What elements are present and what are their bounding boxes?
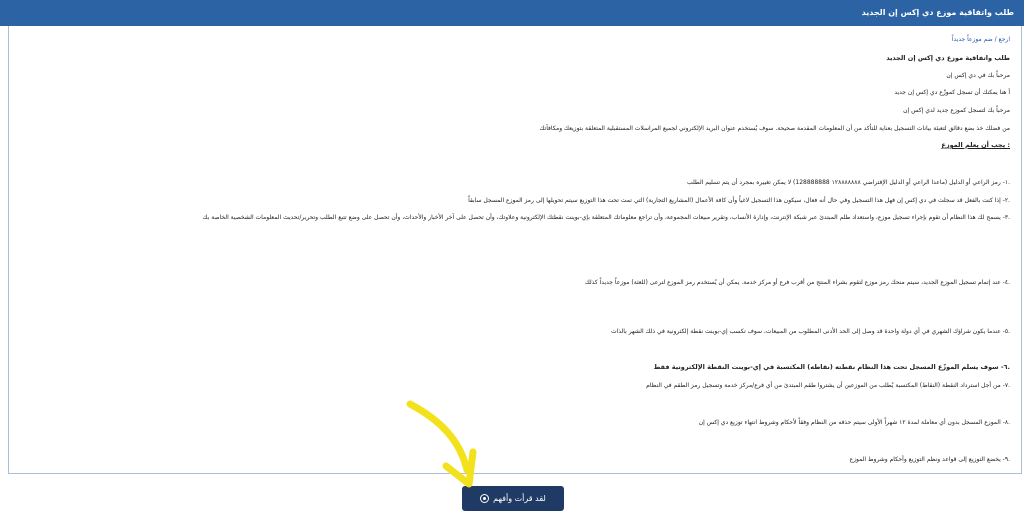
- agree-label: لقد قرأت وأفهم: [493, 494, 546, 503]
- term-item: .٧- من أجل استرداد النقطة (النقاط) المكت…: [646, 382, 1010, 389]
- radio-check-icon: [480, 494, 490, 503]
- welcome-line-1: مرحباً بك في دي إكس إن: [946, 72, 1010, 79]
- page-header: طلب واتفاقية موزع دي إكس إن الجديد: [0, 0, 1024, 26]
- registration-note: من فضلك خذ بضع دقائق لتعبئة بيانات التسج…: [539, 125, 1010, 132]
- page-title: طلب واتفاقية موزع دي إكس إن الجديد: [861, 8, 1014, 17]
- welcome-line-2: مرحباً بك لتسجل كموزع جديد لدي إكس إن: [903, 107, 1010, 114]
- agree-button[interactable]: لقد قرأت وأفهم: [462, 486, 564, 511]
- intro-line: أ هنا يمكنك أن تسجل كموزّع دي إكس إن جدي…: [894, 89, 1010, 96]
- terms-heading: طلب واتفاقية موزع دي إكس إن الجديد: [886, 54, 1010, 62]
- term-item: .٦- سوف يسلم الموزّع المسجل تحت هذا النظ…: [653, 363, 1010, 371]
- term-item: .٤- عند إتمام تسجيل الموزع الجديد، سيتم …: [584, 279, 1010, 286]
- term-item: .٨- الموزع المسجل بدون أي معاملة لمدة ١٢…: [698, 419, 1010, 426]
- term-item: .١- رمز الراعي أو الدليل (ماعدا الراعي أ…: [687, 179, 1010, 186]
- term-item: .٢- إذا كنت بالفعل قد سجلت في دي إكس إن …: [468, 197, 1010, 204]
- term-item: .٥- عندما يكون شراؤك الشهري في أي دولة و…: [611, 328, 1010, 335]
- term-item: .٩- يخضع التوزيع إلى قواعد ونظم التوزيع …: [849, 456, 1010, 463]
- must-know-heading: : يجب أن يعلم الموزع: [941, 141, 1010, 149]
- back-link[interactable]: ارجع / ضم موزعاً جديداً: [10, 35, 1010, 44]
- term-item: .٣- يسمح لك هذا النظام أن تقوم بإجراء تس…: [202, 214, 1010, 221]
